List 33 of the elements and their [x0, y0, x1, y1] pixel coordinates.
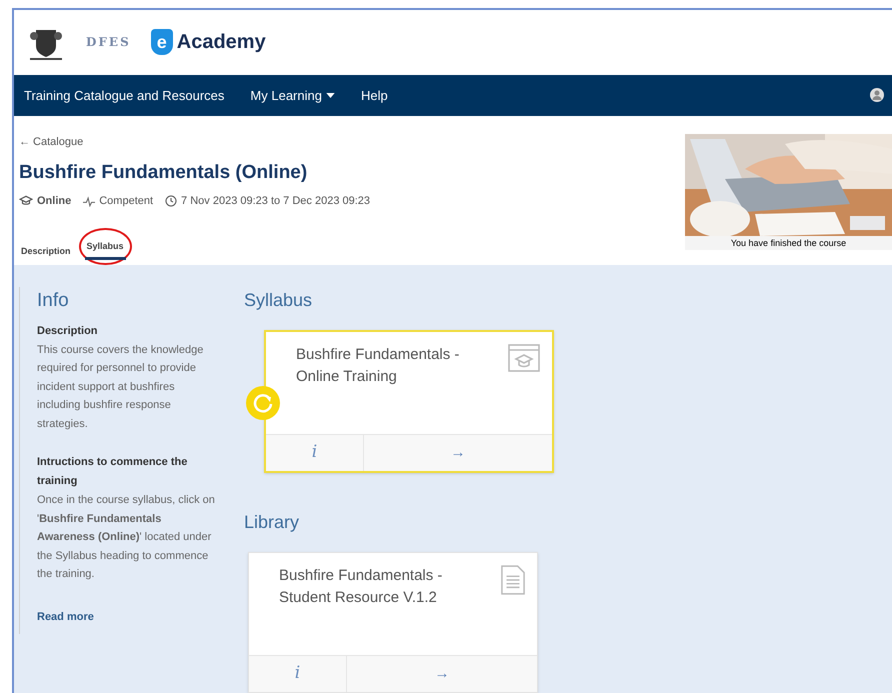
course-dates: 7 Nov 2023 09:23 to 7 Dec 2023 09:23 — [181, 194, 370, 210]
clock-icon — [165, 195, 178, 208]
section-heading: Intructions to commence the training — [37, 455, 188, 489]
nav-link[interactable]: Help — [360, 86, 388, 106]
info-heading: Info — [37, 289, 70, 313]
tab[interactable]: Description — [19, 244, 73, 265]
back-link[interactable]: ← Catalogue — [19, 134, 685, 151]
user-avatar-icon[interactable] — [870, 88, 884, 102]
nav-link[interactable]: Training Catalogue and Resources — [24, 86, 224, 106]
tab[interactable]: Syllabus — [84, 240, 126, 260]
completion-caption: You have finished the course — [685, 236, 892, 250]
course-icon — [508, 344, 540, 372]
open-button[interactable]: → — [364, 435, 552, 471]
course-card[interactable]: Bushfire Fundamentals - Online Training i → — [264, 330, 554, 473]
course-result: Competent — [99, 194, 154, 210]
brand-name: Academy — [176, 30, 266, 56]
nav-link[interactable]: My Learning — [250, 86, 335, 106]
course-title: Bushfire Fundamentals (Online) — [19, 160, 308, 185]
syllabus-heading: Syllabus — [244, 289, 314, 312]
course-mode: Online — [37, 194, 72, 210]
section-text: This course covers the knowledge required for personnel to provide incident support at bushfires including bushfire response strategies. — [37, 342, 204, 432]
agency-logo: DFES — [86, 34, 131, 52]
section-heading: Description — [37, 324, 99, 338]
section-text: Once in the course syllabus, click on 'Bushfire Fundamentals Awareness (Online)' located under the Syllabus heading to commence the training. — [37, 493, 216, 582]
library-heading: Library — [244, 511, 300, 534]
pulse-icon — [83, 196, 96, 207]
course-card[interactable]: Bushfire Fundamentals - Student Resource V.1.2 i → — [248, 552, 538, 693]
card-title: Bushfire Fundamentals - Student Resource V.1.2 — [279, 566, 444, 608]
card-title: Bushfire Fundamentals - Online Training — [296, 345, 460, 387]
open-button[interactable]: → — [347, 656, 537, 692]
read-more-link[interactable]: Read more — [37, 610, 94, 622]
document-icon — [501, 565, 525, 595]
brand-mark: e — [150, 29, 173, 56]
